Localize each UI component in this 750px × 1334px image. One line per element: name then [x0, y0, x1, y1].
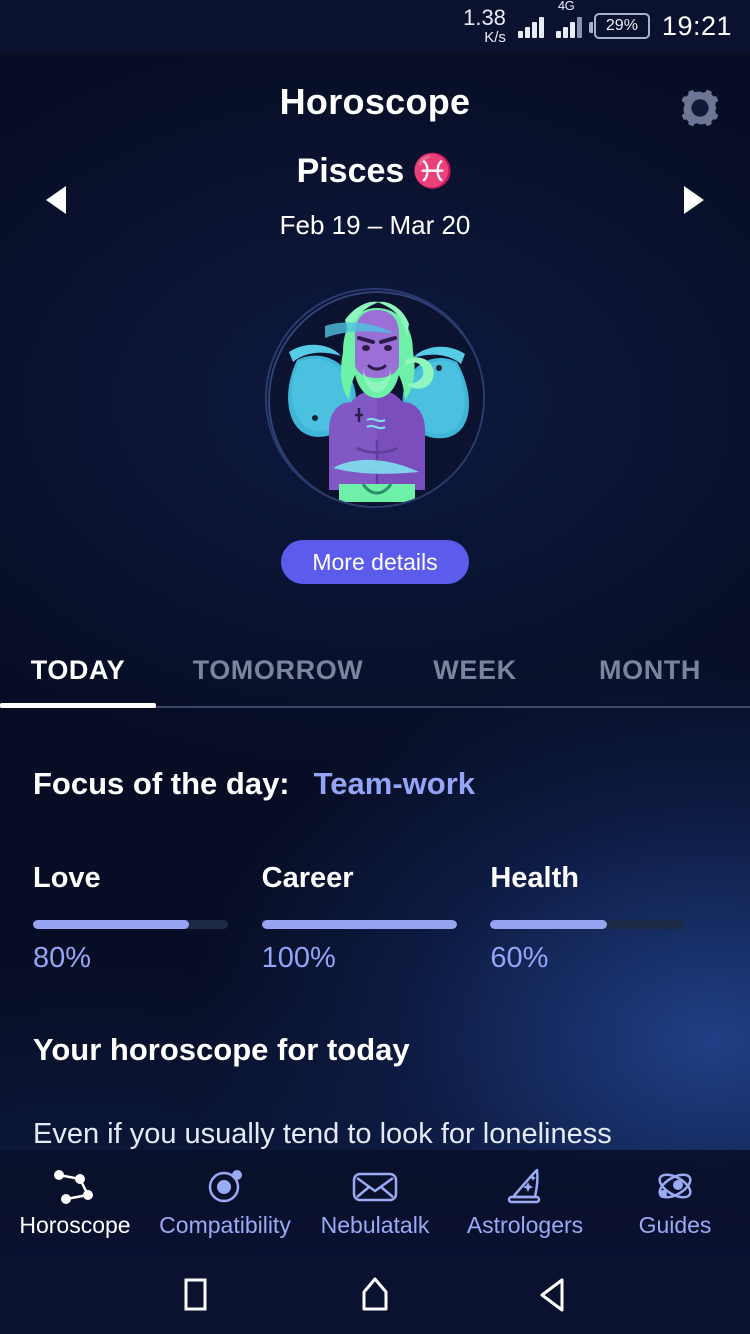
battery-percent: 29%: [605, 17, 638, 34]
nav-item-astrologers[interactable]: Astrologers: [450, 1150, 600, 1255]
metric-career-label: Career: [261, 862, 354, 894]
nav-label-compatibility: Compatibility: [159, 1212, 291, 1238]
zodiac-sign-label: Pisces: [296, 152, 405, 190]
tab-week[interactable]: WEEK: [400, 636, 550, 710]
tab-month[interactable]: MONTH: [550, 636, 750, 710]
focus-value: Team-work: [313, 766, 475, 801]
back-button[interactable]: [465, 1273, 645, 1317]
tab-today[interactable]: TODAY: [0, 636, 156, 710]
orbit-icon: [203, 1166, 247, 1206]
wizard-hat-icon: [501, 1166, 549, 1206]
status-bar: 1.38 K/s 4G 29% 19:21: [0, 0, 750, 52]
nav-item-compatibility[interactable]: Compatibility: [150, 1150, 300, 1255]
atom-icon: [652, 1166, 698, 1206]
square-icon: [184, 1278, 207, 1310]
metric-career-percent: 100%: [261, 942, 336, 974]
home-icon: [362, 1277, 388, 1310]
active-tab-indicator: [0, 703, 156, 708]
network-type-label: 4G: [557, 0, 575, 13]
signal-bars-sim1: [517, 14, 544, 38]
nav-label-astrologers: Astrologers: [466, 1212, 584, 1238]
envelope-icon: [350, 1166, 400, 1206]
metric-health-label: Health: [490, 862, 579, 894]
zodiac-sign-name: Pisces ♓: [0, 152, 750, 191]
tab-tomorrow[interactable]: TOMORROW: [156, 636, 400, 710]
pisces-artwork-icon: [268, 291, 483, 506]
gear-icon[interactable]: [676, 84, 724, 132]
status-clock: 19:21: [661, 10, 732, 41]
metric-health-track: [490, 920, 686, 929]
metric-love-label: Love: [33, 862, 101, 894]
metric-love-percent: 80%: [33, 942, 92, 974]
signal-bars-sim2: 4G: [555, 0, 582, 38]
page-title: Horoscope: [279, 81, 471, 122]
horoscope-section-title: Your horoscope for today: [33, 1032, 410, 1067]
recents-button[interactable]: [105, 1273, 285, 1317]
metric-love-track: [33, 920, 228, 929]
nav-item-horoscope[interactable]: Horoscope: [0, 1150, 150, 1255]
nav-item-guides[interactable]: Guides: [600, 1150, 750, 1255]
pisces-glyph-icon: ♓: [412, 152, 454, 189]
metric-career-fill: [261, 920, 457, 929]
zodiac-sign-dates: Feb 19 – Mar 20: [279, 210, 471, 240]
network-speed: 1.38 K/s: [463, 5, 506, 46]
battery-indicator: 29%: [588, 13, 650, 39]
system-navigation-bar: [0, 1255, 750, 1334]
focus-of-the-day: Focus of the day: Team-work: [33, 766, 475, 802]
nav-item-nebulatalk[interactable]: Nebulatalk: [300, 1150, 450, 1255]
metric-health: Health 60%: [490, 862, 719, 975]
metric-health-fill: [490, 920, 608, 929]
period-tabs: TODAY TOMORROW WEEK MONTH: [0, 636, 750, 710]
header: Horoscope Pisces ♓ Feb 19 – Mar 20: [0, 52, 750, 262]
metric-love: Love 80%: [33, 862, 262, 975]
home-button[interactable]: [285, 1273, 465, 1317]
metrics-row: Love 80% Career 100% Health 60%: [33, 862, 719, 975]
metric-love-fill: [33, 920, 189, 929]
network-speed-unit: K/s: [484, 29, 506, 46]
back-triangle-icon: [540, 1278, 564, 1311]
nav-label-nebulatalk: Nebulatalk: [320, 1212, 430, 1238]
network-speed-value: 1.38: [463, 5, 506, 30]
app-screen: 1.38 K/s 4G 29% 19:21 Horoscope Pisces♓: [0, 0, 750, 1334]
more-details-button[interactable]: More details: [281, 540, 469, 584]
bottom-navigation: Horoscope Compatibility Nebulatalk Astro…: [0, 1150, 750, 1255]
metric-career: Career 100%: [261, 862, 491, 975]
metric-career-track: [261, 920, 457, 929]
nav-label-horoscope: Horoscope: [19, 1212, 131, 1238]
nav-label-guides: Guides: [638, 1212, 712, 1238]
metric-health-percent: 60%: [490, 942, 549, 974]
constellation-icon: [48, 1166, 102, 1206]
focus-label: Focus of the day:: [33, 766, 290, 801]
zodiac-illustration[interactable]: [265, 288, 485, 508]
